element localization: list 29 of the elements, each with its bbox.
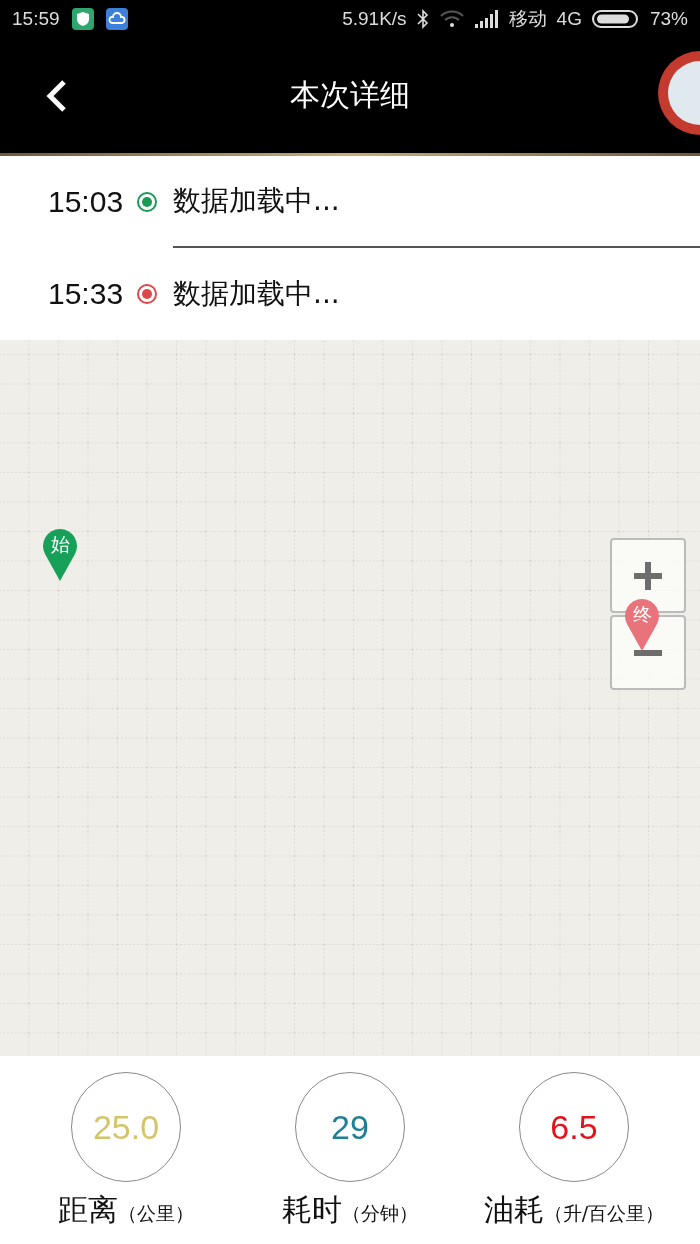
page-title: 本次详细 [290,76,410,114]
bluetooth-icon [416,9,429,29]
plus-icon [632,559,664,592]
stat-label: 距离 [58,1191,118,1229]
point-time: 15:33 [48,277,125,311]
stat-label: 油耗 [483,1191,544,1229]
point-time: 15:03 [48,185,125,219]
stat-label: 耗时 [282,1191,342,1229]
carrier-name: 移动 [508,7,547,31]
stat-unit: （分钟） [342,1201,418,1226]
stat-value: 25.0 [92,1107,160,1147]
battery-icon [591,9,640,29]
status-time: 15:59 [12,8,60,30]
stat-unit: （公里） [118,1201,194,1226]
stat-unit: （升/百公里） [543,1201,665,1226]
stat-value: 6.5 [550,1107,598,1147]
address-text: 数据加载中... [173,156,700,248]
signal-icon [474,10,499,28]
address-text: 数据加载中... [173,276,341,312]
network-speed: 5.91K/s [342,8,407,30]
avatar-icon [656,48,700,138]
cloud-icon [105,8,128,30]
start-marker[interactable]: 始 [42,528,78,582]
wifi-icon [438,9,465,29]
minus-icon [632,649,664,656]
network-type: 4G [556,8,582,30]
battery-percent: 73% [649,8,688,30]
stat-value: 29 [331,1107,369,1147]
shield-icon [71,8,94,30]
